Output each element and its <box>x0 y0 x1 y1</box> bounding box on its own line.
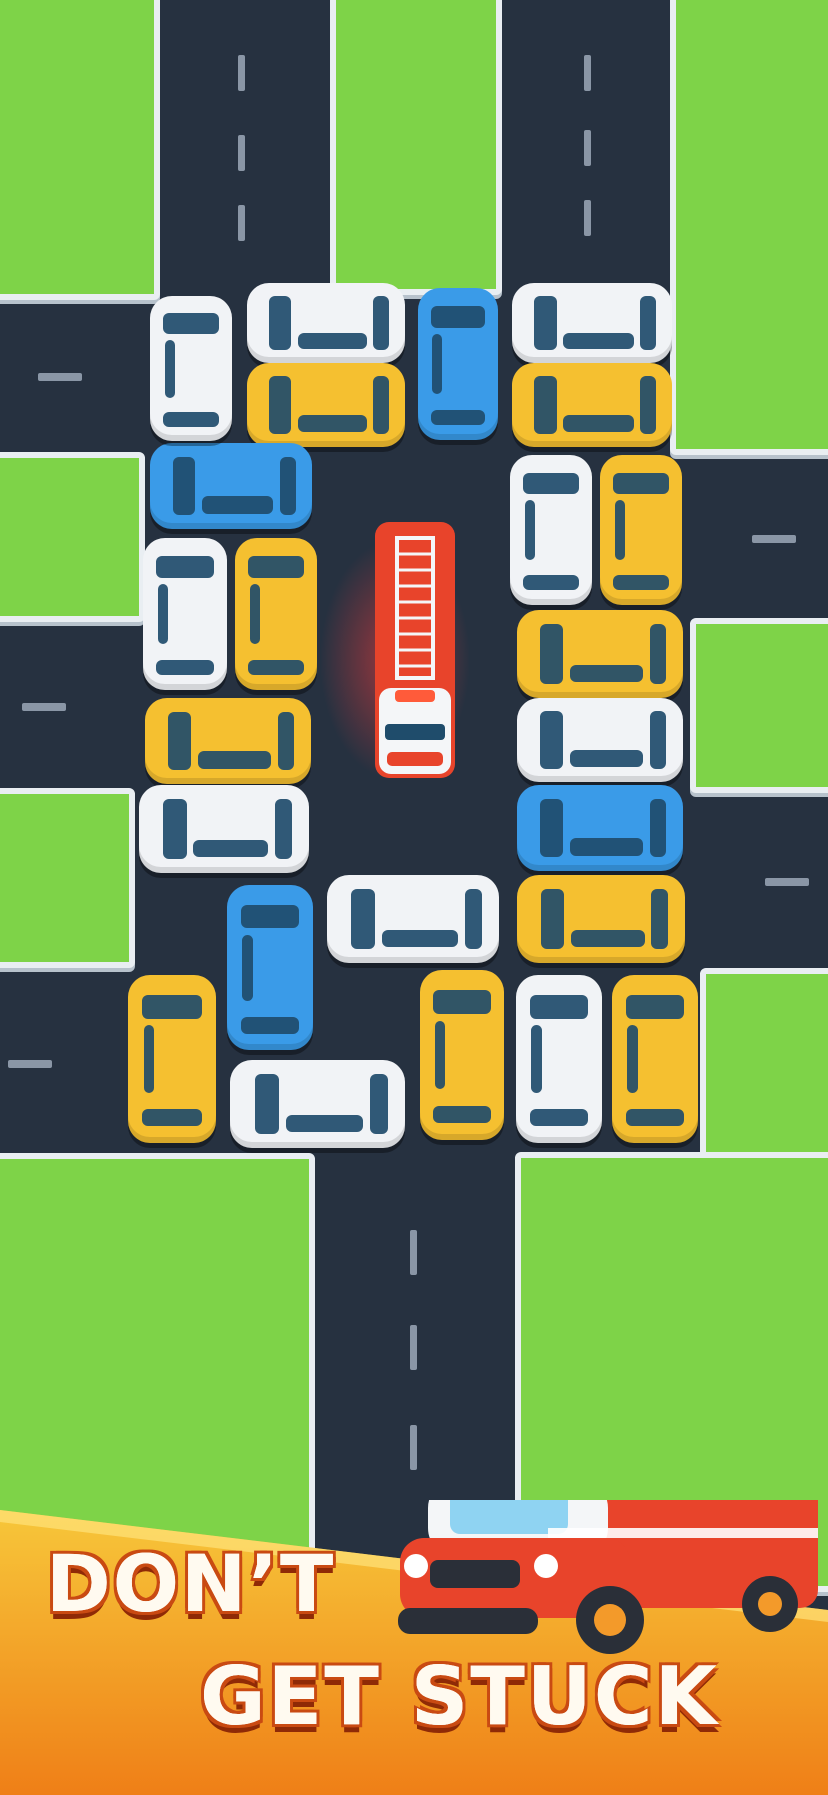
promo-banner: DON’T GET STUCK <box>0 1500 828 1795</box>
lane-marking <box>238 135 245 171</box>
fire-truck-illustration-icon <box>398 1500 818 1654</box>
fire-truck[interactable] <box>373 518 457 780</box>
car-white[interactable] <box>517 698 683 782</box>
lane-marking <box>22 703 66 711</box>
banner-title-line2: GET STUCK <box>200 1650 719 1743</box>
car-white[interactable] <box>247 283 405 363</box>
car-yellow[interactable] <box>512 363 672 447</box>
car-white[interactable] <box>327 875 499 963</box>
car-blue[interactable] <box>418 288 498 440</box>
grass-block <box>690 618 828 793</box>
car-yellow[interactable] <box>517 875 685 963</box>
lane-marking <box>410 1325 417 1370</box>
lane-marking <box>584 55 591 91</box>
grass-block <box>0 0 160 300</box>
car-white[interactable] <box>143 538 227 690</box>
car-yellow[interactable] <box>600 455 682 605</box>
car-yellow[interactable] <box>235 538 317 690</box>
grass-block <box>0 788 135 968</box>
grass-block <box>700 968 828 1158</box>
lane-marking <box>752 535 796 543</box>
car-white[interactable] <box>150 296 232 441</box>
lane-marking <box>410 1425 417 1470</box>
car-yellow[interactable] <box>517 610 683 698</box>
car-white[interactable] <box>516 975 602 1143</box>
car-yellow[interactable] <box>247 363 405 447</box>
car-white[interactable] <box>510 455 592 605</box>
grass-block <box>670 0 828 455</box>
car-blue[interactable] <box>227 885 313 1050</box>
car-blue[interactable] <box>150 443 312 529</box>
lane-marking <box>8 1060 52 1068</box>
banner-title-line1: DON’T <box>46 1540 336 1630</box>
grass-block <box>330 0 502 295</box>
grass-block <box>0 452 145 622</box>
car-white[interactable] <box>512 283 672 363</box>
lane-marking <box>238 205 245 241</box>
car-yellow[interactable] <box>145 698 311 784</box>
lane-marking <box>584 130 591 166</box>
lane-marking <box>38 373 82 381</box>
car-blue[interactable] <box>517 785 683 871</box>
lane-marking <box>765 878 809 886</box>
car-yellow[interactable] <box>612 975 698 1143</box>
car-yellow[interactable] <box>420 970 504 1140</box>
car-white[interactable] <box>139 785 309 873</box>
fire-truck-icon <box>375 522 455 778</box>
lane-marking <box>238 55 245 91</box>
lane-marking <box>584 200 591 236</box>
car-white[interactable] <box>230 1060 405 1148</box>
lane-marking <box>410 1230 417 1275</box>
car-yellow[interactable] <box>128 975 216 1143</box>
